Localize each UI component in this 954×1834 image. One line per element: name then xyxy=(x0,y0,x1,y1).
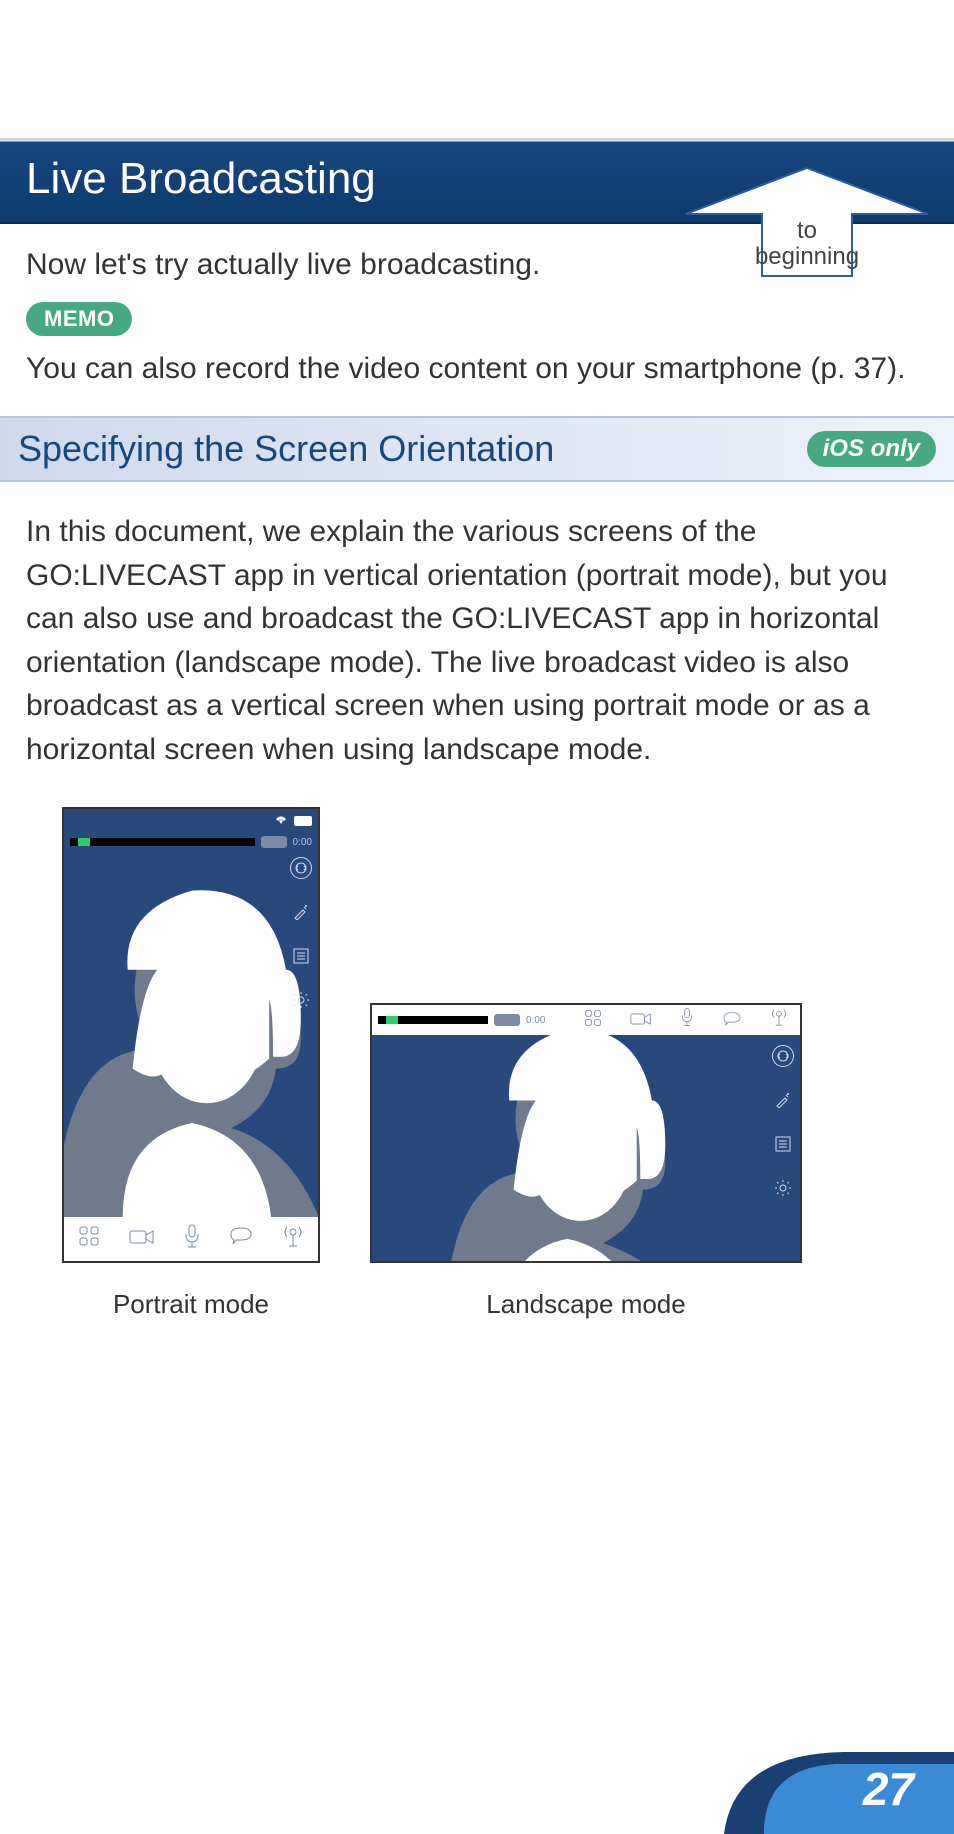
list-icon[interactable] xyxy=(290,945,312,967)
subsection-title: Specifying the Screen Orientation xyxy=(18,428,554,470)
camera-icon[interactable] xyxy=(129,1226,155,1252)
effects-icon[interactable] xyxy=(772,1089,794,1111)
ios-only-label: iOS only xyxy=(823,435,920,463)
microphone-icon[interactable] xyxy=(680,1007,694,1033)
bottom-toolbar xyxy=(64,1217,318,1261)
switch-camera-icon[interactable] xyxy=(772,1045,794,1067)
memo-badge: MEMO xyxy=(26,302,132,336)
timer-label: 0:00 xyxy=(293,837,312,848)
landscape-caption: Landscape mode xyxy=(486,1289,685,1320)
gear-icon[interactable] xyxy=(772,1177,794,1199)
body-paragraph: In this document, we explain the various… xyxy=(26,510,928,771)
ios-only-badge: iOS only xyxy=(807,431,936,467)
gear-icon[interactable] xyxy=(290,989,312,1011)
to-beginning-link[interactable]: to beginning xyxy=(684,166,930,278)
effects-icon[interactable] xyxy=(290,901,312,923)
top-toolbar: 0:00 xyxy=(372,1005,800,1035)
audio-meter xyxy=(70,838,255,846)
portrait-caption: Portrait mode xyxy=(113,1289,269,1320)
meter-row: 0:00 xyxy=(64,833,318,851)
avatar-illustration xyxy=(64,851,318,1217)
preview-canvas xyxy=(64,851,318,1217)
camera-icon[interactable] xyxy=(630,1007,652,1033)
switch-camera-icon[interactable] xyxy=(290,857,312,879)
preview-canvas xyxy=(372,1035,800,1261)
chat-icon[interactable] xyxy=(229,1226,253,1252)
scenes-icon[interactable] xyxy=(78,1225,100,1253)
scenes-icon[interactable] xyxy=(584,1007,602,1033)
subsection-header: Specifying the Screen Orientation iOS on… xyxy=(0,416,954,482)
broadcast-icon[interactable] xyxy=(282,1224,304,1254)
page-number-corner: 27 xyxy=(724,1724,954,1834)
memo-text: You can also record the video content on… xyxy=(26,352,928,386)
live-badge xyxy=(261,836,287,848)
side-toolbar xyxy=(290,857,312,1011)
live-badge xyxy=(494,1014,520,1026)
side-toolbar xyxy=(772,1045,794,1199)
list-icon[interactable] xyxy=(772,1133,794,1155)
landscape-column: 0:00 xyxy=(370,1003,802,1320)
audio-meter xyxy=(378,1016,488,1024)
page-number: 27 xyxy=(863,1762,914,1816)
screenshot-row: 0:00 xyxy=(26,807,928,1320)
wifi-icon xyxy=(274,814,288,828)
timer-label: 0:00 xyxy=(526,1015,545,1026)
portrait-column: 0:00 xyxy=(62,807,320,1320)
microphone-icon[interactable] xyxy=(183,1224,201,1254)
broadcast-icon[interactable] xyxy=(770,1007,788,1033)
avatar-illustration xyxy=(372,1035,800,1261)
portrait-mock: 0:00 xyxy=(62,807,320,1263)
to-beginning-label: to beginning xyxy=(684,218,930,270)
battery-icon xyxy=(294,816,312,826)
chat-icon[interactable] xyxy=(722,1007,742,1033)
status-bar xyxy=(64,809,318,833)
landscape-mock: 0:00 xyxy=(370,1003,802,1263)
